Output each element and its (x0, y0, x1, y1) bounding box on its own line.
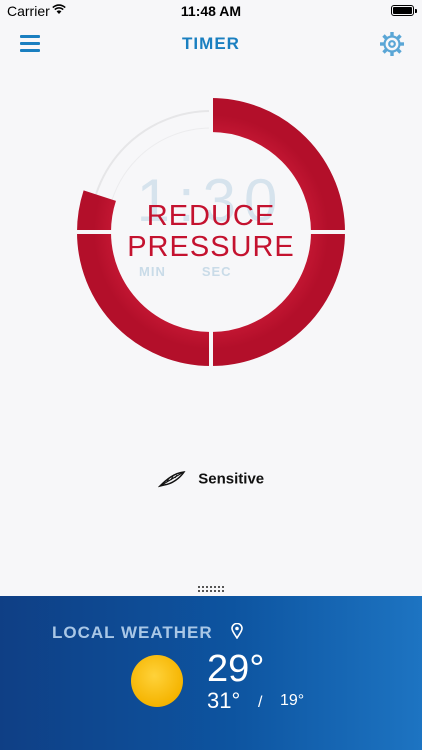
drawer-handle-icon[interactable] (197, 586, 225, 592)
page-title: TIMER (182, 34, 240, 53)
timer-ring: 1:30 MIN SEC REDUCE PRESSURE (75, 96, 347, 368)
weather-title: LOCAL WEATHER (52, 623, 213, 642)
unit-min: MIN (139, 264, 166, 279)
timer-units: MIN SEC (139, 264, 268, 279)
message-line-2: PRESSURE (127, 231, 295, 263)
status-bar: Carrier 11:48 AM (0, 0, 422, 22)
status-time: 11:48 AM (180, 3, 242, 19)
high-temperature: 31° (207, 688, 241, 713)
sensitivity-selector[interactable]: Sensitive (0, 470, 422, 488)
message-line-1: REDUCE (146, 200, 276, 232)
sensitivity-label: Sensitive (198, 470, 265, 488)
location-pin-icon[interactable] (231, 623, 243, 639)
weather-panel[interactable]: LOCAL WEATHER 29° 31° / 19° (0, 596, 422, 750)
unit-sec: SEC (201, 264, 232, 279)
gear-icon[interactable] (378, 30, 406, 58)
feather-icon (157, 471, 186, 488)
temp-separator: / (258, 694, 263, 711)
sun-icon (131, 655, 183, 707)
nav-bar: TIMER (0, 22, 422, 66)
battery-icon (391, 5, 417, 16)
current-temperature: 29° (207, 648, 265, 690)
low-temperature: 19° (280, 692, 305, 709)
